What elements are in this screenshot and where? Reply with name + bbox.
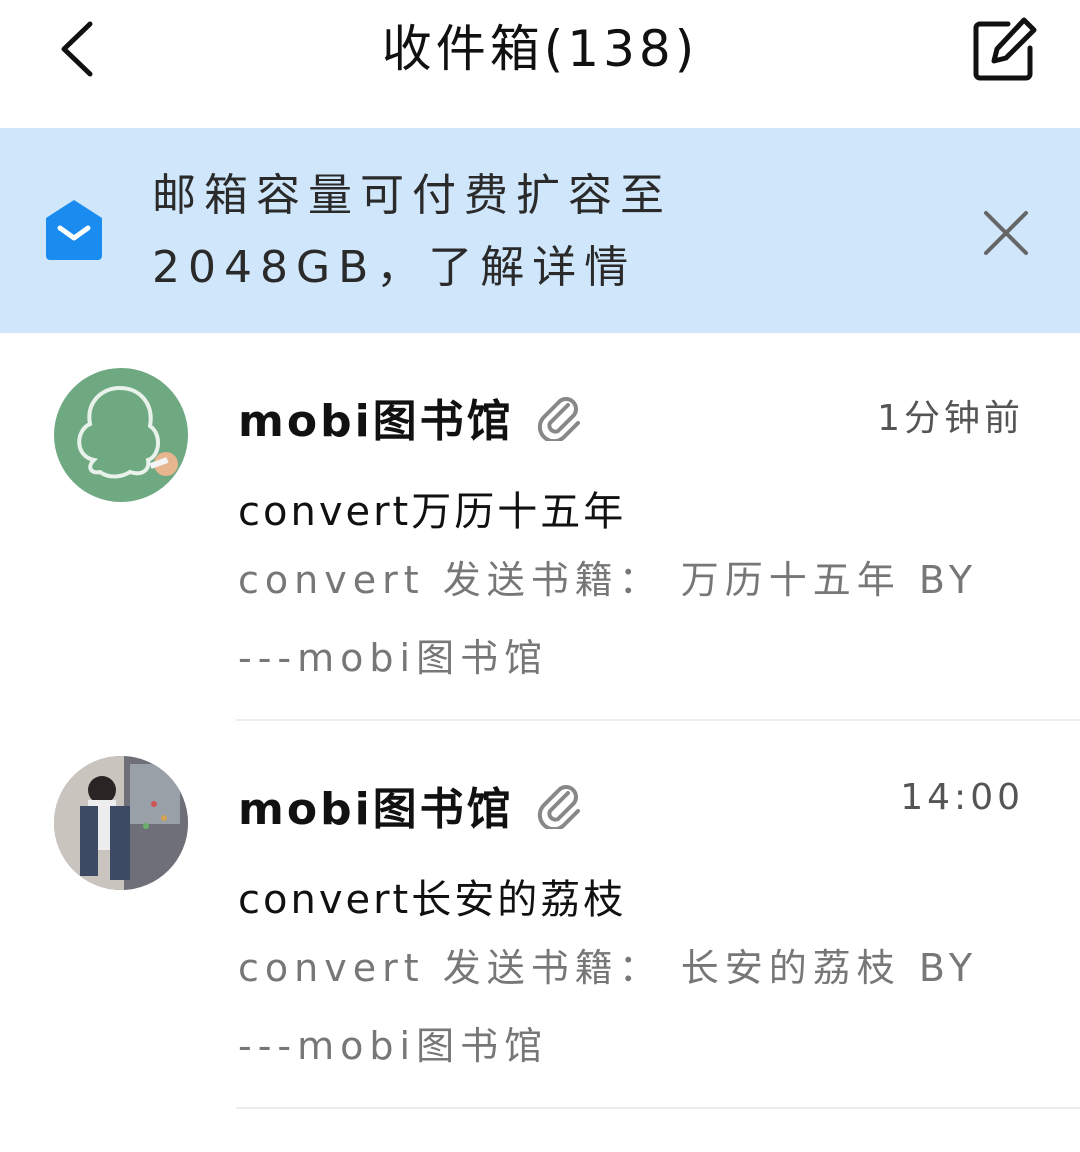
sender-name: mobi图书馆 xyxy=(238,396,514,447)
attachment-icon xyxy=(534,779,584,832)
mail-subject: convert万历十五年 xyxy=(238,489,627,535)
mail-subject: convert长安的荔枝 xyxy=(238,877,627,923)
mail-list-item[interactable]: mobi图书馆 14:00 convert长安的荔枝 convert 发送书籍：… xyxy=(0,721,1080,1109)
list-divider xyxy=(236,1107,1080,1109)
compose-button[interactable] xyxy=(968,14,1040,86)
banner-message[interactable]: 邮箱容量可付费扩容至2048GB，了解详情 xyxy=(152,160,912,304)
mail-time: 1分钟前 xyxy=(877,398,1024,439)
mail-time: 14:00 xyxy=(900,777,1024,818)
mail-preview: convert 发送书籍： 万历十五年 BY ---mobi图书馆 xyxy=(238,558,979,680)
close-icon xyxy=(984,211,1028,255)
sender-name: mobi图书馆 xyxy=(238,784,514,835)
avatar xyxy=(54,756,188,890)
banner-close-button[interactable] xyxy=(978,205,1034,261)
top-bar: 收件箱(138) xyxy=(0,0,1080,128)
mail-list-item[interactable]: mobi图书馆 1分钟前 convert万历十五年 convert 发送书籍： … xyxy=(0,333,1080,721)
page-title: 收件箱(138) xyxy=(381,20,699,78)
avatar xyxy=(54,368,188,502)
mail-open-icon xyxy=(40,196,108,264)
attachment-icon xyxy=(534,391,584,444)
compose-edit-icon xyxy=(973,17,1037,81)
mail-preview: convert 发送书籍： 长安的荔枝 BY ---mobi图书馆 xyxy=(238,946,979,1068)
